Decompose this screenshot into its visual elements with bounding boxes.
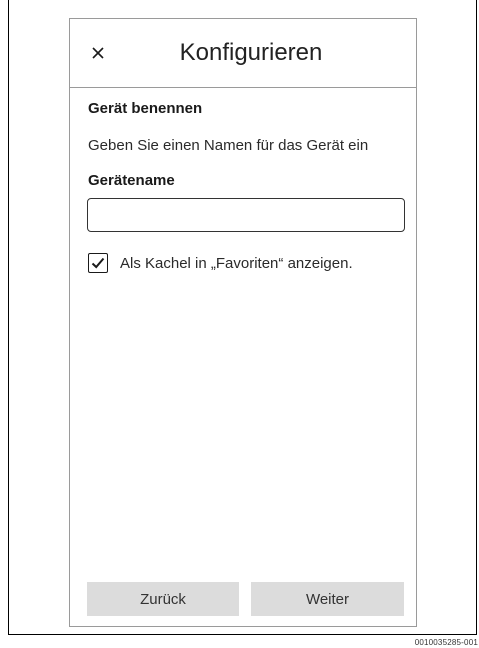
checkmark-icon	[91, 257, 105, 269]
screen-header: Konfigurieren	[70, 19, 416, 88]
back-button[interactable]: Zurück	[87, 582, 239, 616]
section-heading: Gerät benennen	[88, 100, 203, 117]
next-button[interactable]: Weiter	[251, 582, 404, 616]
configure-screen: Konfigurieren Gerät benennen Geben Sie e…	[69, 18, 417, 627]
favorites-checkbox-label: Als Kachel in „Favoriten“ anzeigen.	[120, 254, 353, 272]
device-name-label: Gerätename	[88, 172, 175, 189]
section-description: Geben Sie einen Namen für das Gerät ein	[88, 137, 369, 154]
figure-id: 0010035285-001	[414, 638, 478, 647]
device-name-input[interactable]	[87, 198, 405, 232]
favorites-option[interactable]: Als Kachel in „Favoriten“ anzeigen.	[88, 252, 353, 274]
page-title: Konfigurieren	[179, 39, 323, 66]
favorites-checkbox[interactable]	[88, 253, 108, 273]
